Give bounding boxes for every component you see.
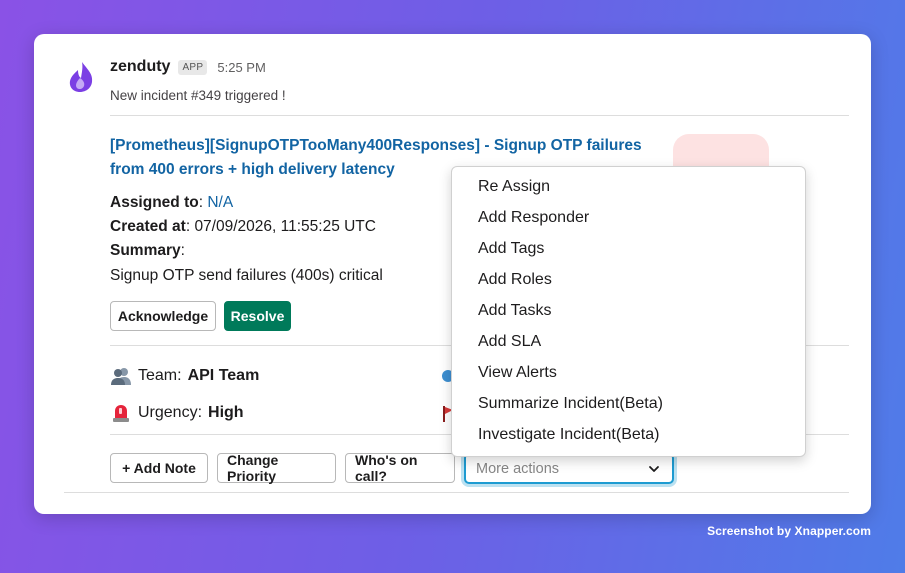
divider — [64, 492, 849, 493]
urgency-row: Urgency: High — [110, 403, 244, 423]
more-actions-select[interactable]: More actions — [464, 453, 674, 484]
created-label: Created at — [110, 218, 186, 235]
urgency-label: Urgency: — [138, 404, 203, 421]
whos-on-call-button[interactable]: Who's on call? — [345, 452, 455, 484]
menu-item-add-roles[interactable]: Add Roles — [452, 264, 805, 295]
message-subtitle: New incident #349 triggered ! — [110, 88, 286, 103]
menu-item-re-assign[interactable]: Re Assign — [452, 171, 805, 202]
app-badge: APP — [178, 59, 208, 75]
assigned-label: Assigned to — [110, 194, 199, 211]
more-actions-placeholder: More actions — [476, 460, 560, 477]
summary-field: Summary: — [110, 242, 185, 259]
team-row: Team: API Team — [110, 366, 259, 386]
change-priority-button[interactable]: Change Priority — [217, 452, 336, 484]
team-value: API Team — [187, 367, 260, 384]
created-field: Created at: 07/09/2026, 11:55:25 UTC — [110, 218, 376, 235]
zenduty-logo-icon — [69, 62, 93, 92]
menu-item-add-sla[interactable]: Add SLA — [452, 326, 805, 357]
app-name[interactable]: zenduty — [110, 58, 170, 76]
menu-item-add-tags[interactable]: Add Tags — [452, 233, 805, 264]
chevron-down-icon — [649, 466, 659, 472]
message-time[interactable]: 5:25 PM — [217, 60, 265, 75]
menu-item-add-responder[interactable]: Add Responder — [452, 202, 805, 233]
assigned-field: Assigned to: N/A — [110, 194, 234, 211]
resolve-button[interactable]: Resolve — [224, 301, 291, 331]
summary-value: Signup OTP send failures (400s) critical — [110, 267, 383, 284]
watermark: Screenshot by Xnapper.com — [707, 524, 871, 538]
team-label: Team: — [138, 367, 182, 384]
menu-item-add-tasks[interactable]: Add Tasks — [452, 295, 805, 326]
summary-label: Summary — [110, 242, 181, 259]
menu-item-investigate-incident[interactable]: Investigate Incident(Beta) — [452, 419, 805, 450]
acknowledge-button[interactable]: Acknowledge — [110, 301, 216, 331]
divider — [110, 115, 849, 116]
menu-item-view-alerts[interactable]: View Alerts — [452, 357, 805, 388]
assigned-value-link[interactable]: N/A — [207, 194, 233, 211]
add-note-button[interactable]: + Add Note — [110, 453, 208, 483]
busts-in-silhouette-icon — [111, 368, 131, 385]
created-value: 07/09/2026, 11:55:25 UTC — [194, 218, 376, 235]
message-header: zenduty APP 5:25 PM — [110, 58, 266, 76]
menu-item-summarize-incident[interactable]: Summarize Incident(Beta) — [452, 388, 805, 419]
rotating-light-icon — [113, 405, 129, 422]
more-actions-menu: Re Assign Add Responder Add Tags Add Rol… — [451, 166, 806, 457]
urgency-value: High — [208, 404, 244, 421]
